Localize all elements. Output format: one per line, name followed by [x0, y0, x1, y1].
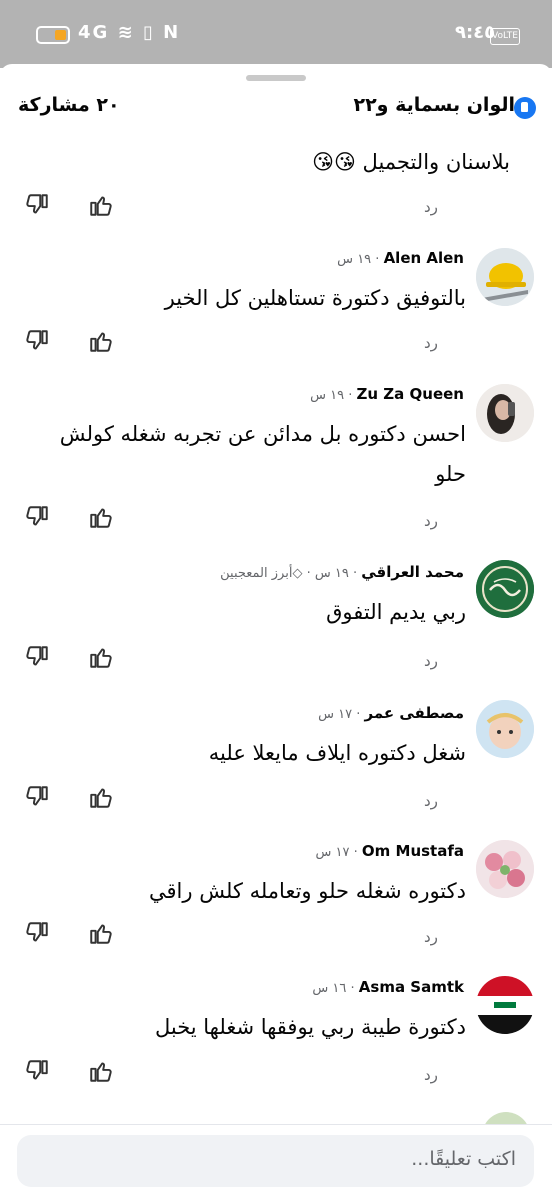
gem-icon: ◇ — [292, 566, 303, 581]
volte-icon: VoLTE — [490, 28, 520, 45]
like-icon[interactable] — [88, 784, 114, 810]
dislike-icon[interactable] — [24, 328, 50, 354]
helmet-avatar[interactable] — [476, 248, 534, 306]
vibrate-icon: ▯ — [142, 22, 155, 43]
battery-icon — [36, 26, 70, 44]
iraq-flag-avatar[interactable] — [476, 976, 534, 1034]
comment-text: بالتوفيق دكتورة تستاهلين كل الخير — [164, 286, 466, 310]
comment-text: احسن دكتوره بل مدائن عن تجربه شغله كولش … — [59, 422, 466, 486]
reply-button[interactable]: رد — [424, 512, 438, 530]
comment-author[interactable]: Alen Alen · ١٩ س — [337, 249, 464, 267]
comment-text: ربي يديم التفوق — [326, 600, 466, 624]
reply-button[interactable]: رد — [424, 198, 438, 216]
comment-text: دكتوره شغله حلو وتعامله كلش راقي — [149, 879, 466, 903]
reply-button[interactable]: رد — [424, 652, 438, 670]
comment-input-placeholder: اكتب تعليقًا... — [411, 1148, 516, 1170]
comment-text: بلاسنان والتجميل 😘😘 — [312, 150, 510, 174]
reply-button[interactable]: رد — [424, 1066, 438, 1084]
like-icon[interactable] — [88, 644, 114, 670]
comment-author[interactable]: مصطفى عمر · ١٧ س — [318, 704, 464, 722]
post-summary: الوان بسماية و٢٢ ٢٠ مشاركة — [0, 94, 552, 124]
like-icon[interactable] — [88, 504, 114, 530]
dislike-icon[interactable] — [24, 644, 50, 670]
dislike-icon[interactable] — [24, 192, 50, 218]
nfc-icon: N — [163, 22, 181, 43]
like-icon[interactable] — [88, 1058, 114, 1084]
comment-author[interactable]: Om Mustafa · ١٧ س — [316, 842, 464, 860]
comment-input[interactable]: اكتب تعليقًا... — [17, 1135, 534, 1187]
baby-avatar[interactable] — [476, 700, 534, 758]
like-icon[interactable] — [88, 920, 114, 946]
comment-composer-bar: اكتب تعليقًا... — [0, 1124, 552, 1198]
comment-author[interactable]: Zu Za Queen · ١٩ س — [310, 385, 464, 403]
dislike-icon[interactable] — [24, 920, 50, 946]
comment-author[interactable]: محمد العراقي · ١٩ س · ◇أبرز المعجبين — [220, 563, 464, 581]
like-reaction-icon — [514, 97, 536, 119]
reply-button[interactable]: رد — [424, 334, 438, 352]
calligraphy-avatar[interactable] — [476, 560, 534, 618]
network-icons: 4G ≋ ▯ N — [78, 22, 180, 43]
comment-author[interactable]: Asma Samtk · ١٦ س — [312, 978, 464, 996]
drag-handle[interactable] — [246, 75, 306, 81]
dislike-icon[interactable] — [24, 504, 50, 530]
selfie-avatar[interactable] — [476, 384, 534, 442]
dislike-icon[interactable] — [24, 784, 50, 810]
shares-count[interactable]: ٢٠ مشاركة — [18, 94, 120, 116]
dislike-icon[interactable] — [24, 1058, 50, 1084]
reply-button[interactable]: رد — [424, 792, 438, 810]
comment-text: شغل دكتوره ايلاف مايعلا عليه — [208, 741, 466, 765]
sweets-avatar[interactable] — [476, 840, 534, 898]
signal-icon: 4G — [78, 22, 110, 43]
reply-button[interactable]: رد — [424, 928, 438, 946]
like-icon[interactable] — [88, 192, 114, 218]
top-fan-badge: أبرز المعجبين — [220, 566, 293, 581]
wifi-icon: ≋ — [117, 22, 135, 43]
comment-text: دكتورة طيبة ربي يوفقها شغلها يخبل — [154, 1015, 466, 1039]
status-bar: 4G ≋ ▯ N ٩:٤٥ VoLTE — [0, 0, 552, 68]
reactions-count[interactable]: الوان بسماية و٢٢ — [353, 94, 515, 116]
like-icon[interactable] — [88, 328, 114, 354]
